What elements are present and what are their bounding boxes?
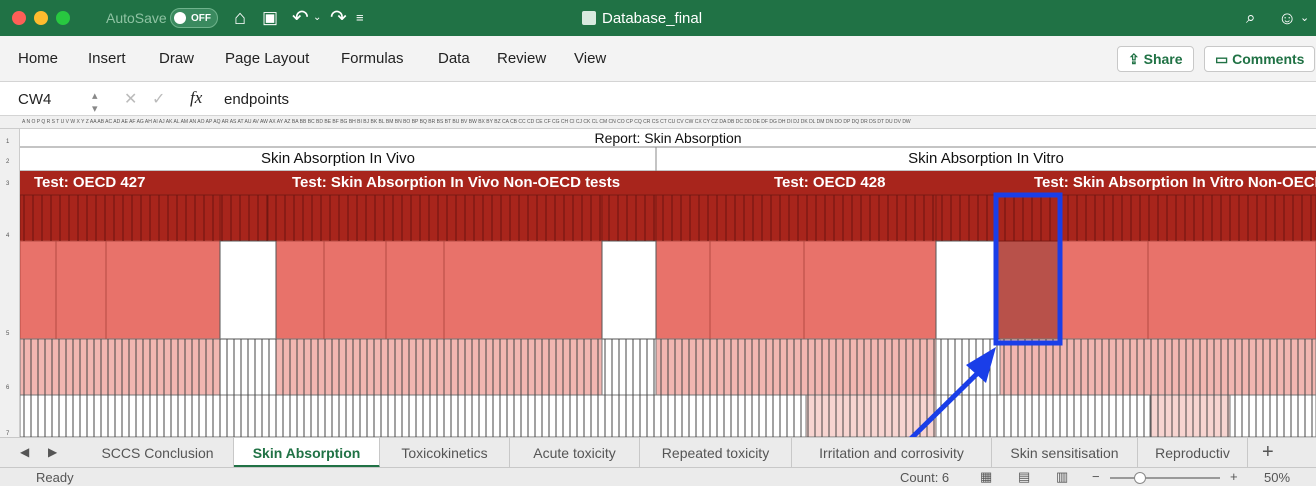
tab-draw[interactable]: Draw (159, 50, 194, 67)
zoom-slider[interactable] (1110, 472, 1220, 484)
cancel-icon[interactable]: ✕ (124, 89, 137, 109)
customize-toolbar-icon[interactable]: ≡ (356, 6, 364, 30)
minimize-window-button[interactable] (34, 11, 48, 25)
add-sheet-button[interactable]: + (1262, 441, 1274, 464)
zoom-slider-knob[interactable] (1134, 472, 1146, 484)
subheader-cell[interactable] (275, 240, 603, 340)
undo-icon[interactable]: ↶ (292, 6, 309, 30)
undo-dropdown-icon[interactable]: ⌄ (313, 6, 321, 30)
comment-icon: ▭ (1215, 51, 1233, 67)
formula-input[interactable]: endpoints (224, 91, 289, 108)
report-title: Report: Skin Absorption (594, 130, 742, 146)
sheet-tab-sccs-conclusion[interactable]: SCCS Conclusion (82, 438, 234, 468)
save-icon[interactable]: ▣ (262, 6, 278, 30)
home-icon[interactable]: ⌂ (234, 6, 246, 30)
zoom-in-button[interactable]: + (1230, 469, 1238, 484)
oecd427-header: Test: OECD 427 (34, 174, 146, 191)
account-dropdown-icon[interactable]: ⌄ (1300, 6, 1309, 30)
row-number: 4 (6, 233, 10, 239)
zoom-out-button[interactable]: − (1092, 469, 1100, 484)
subheader-cell[interactable] (655, 240, 937, 340)
zoom-level: 50% (1264, 470, 1291, 485)
title-bar: AutoSave OFF ⌂ ▣ ↶ ⌄ ↷ ≡ Database_final … (0, 0, 1316, 36)
tab-formulas[interactable]: Formulas (341, 50, 404, 67)
row-number: 1 (6, 139, 10, 145)
data-subfield[interactable] (1149, 394, 1231, 437)
vivo-non-oecd-header: Test: Skin Absorption In Vivo Non-OECD t… (292, 174, 621, 191)
tab-insert[interactable]: Insert (88, 50, 126, 67)
status-count: Count: 6 (900, 470, 950, 485)
page-break-icon[interactable]: ▥ (1056, 469, 1068, 485)
narrow-header[interactable] (935, 194, 999, 242)
tab-view[interactable]: View (574, 50, 606, 67)
blank-cell[interactable] (219, 240, 277, 340)
comments-button[interactable]: ▭ Comments (1204, 46, 1316, 72)
subheader-cell[interactable] (19, 240, 221, 340)
zoom-window-button[interactable] (56, 11, 70, 25)
status-ready: Ready (36, 470, 74, 485)
tab-page-layout[interactable]: Page Layout (225, 50, 309, 67)
sheet-tab-irritation-corrosivity[interactable]: Irritation and corrosivity (792, 438, 992, 468)
redo-icon[interactable]: ↷ (330, 6, 347, 30)
autosave-label: AutoSave (106, 10, 167, 26)
row-number: 3 (6, 181, 10, 187)
autosave-toggle[interactable]: OFF (170, 8, 218, 28)
tab-home[interactable]: Home (18, 50, 58, 67)
spreadsheet-grid[interactable]: 1 2 3 4 5 6 7 Report: Skin Absorption Sk… (0, 129, 1316, 437)
row-number: 6 (6, 385, 10, 391)
selected-subheader[interactable] (995, 240, 1063, 340)
sheet-tab-reproductive[interactable]: Reproductiv (1138, 438, 1248, 468)
in-vitro-header: Skin Absorption In Vitro (908, 150, 1064, 167)
ribbon-tabs: Home Insert Draw Page Layout Formulas Da… (0, 36, 1316, 82)
enter-icon[interactable]: ✓ (152, 89, 165, 109)
sheet-tab-acute-toxicity[interactable]: Acute toxicity (510, 438, 640, 468)
previous-sheet-icon[interactable]: ◀ (20, 445, 29, 459)
sheet-tab-skin-sensitisation[interactable]: Skin sensitisation (992, 438, 1138, 468)
narrow-header[interactable] (219, 194, 269, 242)
next-sheet-icon[interactable]: ▶ (48, 445, 57, 459)
name-box[interactable]: CW4 (18, 91, 51, 108)
status-bar: Ready Count: 6 ▦ ▤ ▥ − + 50% (0, 467, 1316, 486)
narrow-header[interactable] (601, 194, 657, 242)
column-letters: A N O P Q R S T U V W X Y Z AA AB AC AD … (22, 119, 911, 125)
field-cell[interactable] (19, 338, 221, 396)
page-layout-icon[interactable]: ▤ (1018, 469, 1030, 485)
row-headers[interactable]: 1 2 3 4 5 6 7 (0, 129, 20, 437)
share-button[interactable]: ⇪ Share (1117, 46, 1194, 72)
name-box-stepper-icon[interactable]: ▴ ▾ (92, 89, 98, 115)
share-icon: ⇪ (1128, 51, 1144, 67)
blank-cell[interactable] (601, 240, 657, 340)
formula-bar: CW4 ▴ ▾ ✕ ✓ fx endpoints (0, 82, 1316, 116)
document-title: Database_final (602, 10, 703, 27)
document-icon (582, 11, 596, 25)
tab-data[interactable]: Data (438, 50, 470, 67)
smiley-icon[interactable]: ☺ (1278, 6, 1296, 30)
sheet-tab-bar: ◀ ▶ SCCS Conclusion Skin Absorption Toxi… (0, 437, 1316, 468)
field-cell[interactable] (655, 338, 937, 396)
fx-icon[interactable]: fx (190, 88, 202, 108)
row-number: 5 (6, 331, 10, 337)
vitro-non-oecd-header: Test: Skin Absorption In Vitro Non-OECD (1034, 174, 1316, 191)
column-headers[interactable]: A N O P Q R S T U V W X Y Z AA AB AC AD … (0, 116, 1316, 129)
search-icon[interactable]: ⌕ (1246, 6, 1256, 30)
blank-cell[interactable] (935, 240, 997, 340)
sheet-tab-skin-absorption[interactable]: Skin Absorption (234, 438, 380, 468)
sheet-tab-toxicokinetics[interactable]: Toxicokinetics (380, 438, 510, 468)
sheet-tab-repeated-toxicity[interactable]: Repeated toxicity (640, 438, 792, 468)
oecd428-header: Test: OECD 428 (774, 174, 886, 191)
in-vivo-header: Skin Absorption In Vivo (261, 150, 415, 167)
close-window-button[interactable] (12, 11, 26, 25)
normal-view-icon[interactable]: ▦ (980, 469, 992, 485)
row-number: 2 (6, 159, 10, 165)
tab-review[interactable]: Review (497, 50, 546, 67)
